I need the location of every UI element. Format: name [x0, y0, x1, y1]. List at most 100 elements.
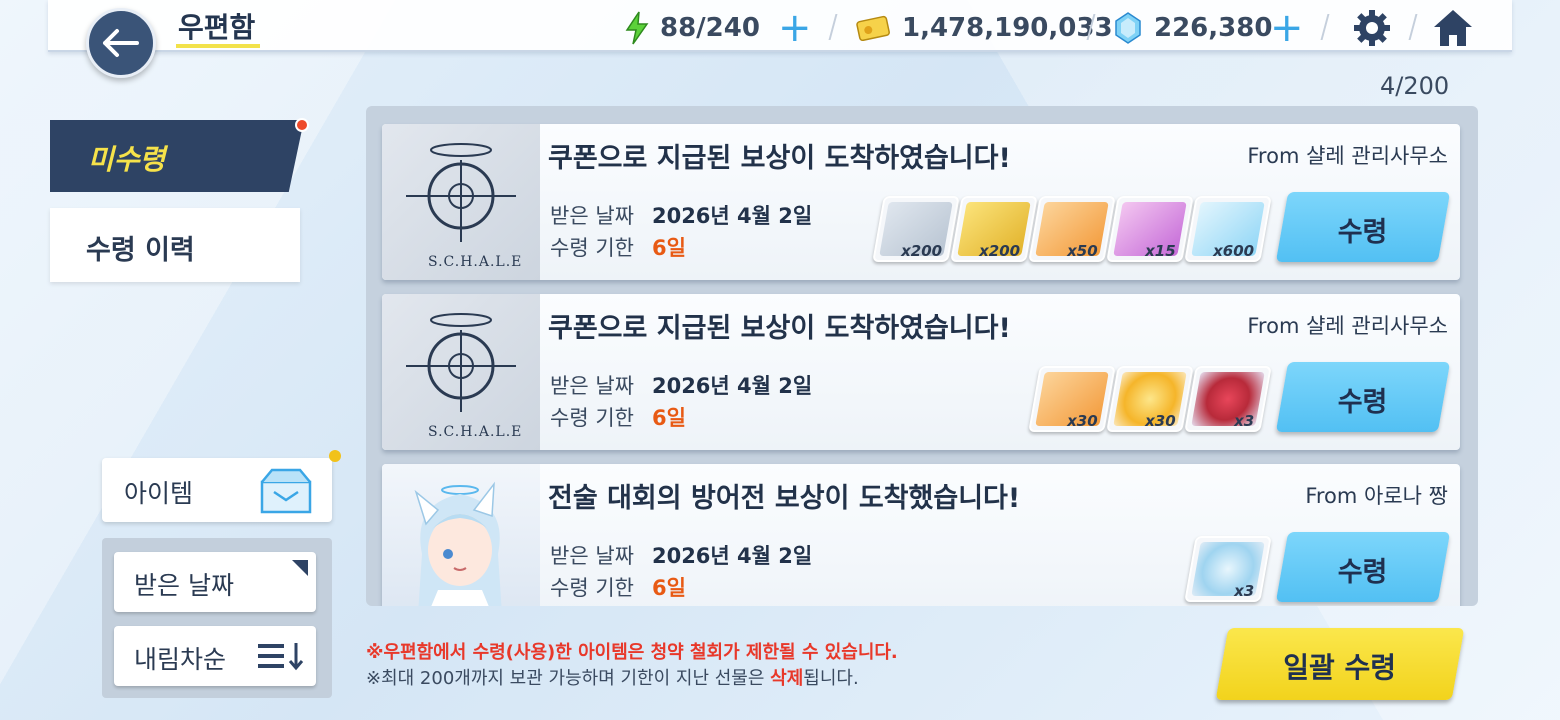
gem-plus-button[interactable]: +	[1270, 8, 1304, 48]
title-underline	[176, 44, 260, 48]
deadline-value: 6일	[651, 236, 686, 260]
reward-qty: x200	[901, 242, 943, 260]
settings-button[interactable]	[1352, 8, 1392, 52]
deadline-value: 6일	[651, 576, 686, 600]
bulk-claim-label: 일괄 수령	[1283, 651, 1397, 684]
category-filter-label: 아이템	[124, 479, 194, 508]
pyroxene-icon	[1115, 12, 1141, 44]
claim-label: 수령	[1337, 217, 1388, 248]
gem-display: 226,380	[1114, 8, 1272, 48]
reward-item[interactable]: x15	[1106, 196, 1194, 262]
received-date-label: 받은 날짜	[550, 374, 634, 398]
storage-notice: ※최대 200개까지 보관 가능하며 기한이 지난 선물은 삭제됩니다.	[366, 664, 859, 690]
received-date-value: 2026년 4월 2일	[651, 544, 813, 568]
mail-sender: From 샬레 관리사무소	[1247, 144, 1448, 168]
claim-label: 수령	[1337, 557, 1388, 588]
reward-qty: x600	[1213, 242, 1255, 260]
deadline-value: 6일	[651, 406, 686, 430]
claim-button[interactable]: 수령	[1275, 532, 1451, 602]
claim-button[interactable]: 수령	[1275, 362, 1451, 432]
tab-history-label: 수령 이력	[86, 235, 195, 266]
reward-qty: x3	[1233, 412, 1255, 430]
reward-qty: x50	[1067, 242, 1099, 260]
storage-notice-text: ※최대 200개까지 보관 가능하며 기한이 지난 선물은	[366, 668, 771, 689]
sort-key-button[interactable]: 받은 날짜	[114, 552, 316, 612]
credit-card-icon	[856, 15, 890, 41]
mail-title: 쿠폰으로 지급된 보상이 도착하였습니다!	[548, 143, 1011, 174]
storage-notice-highlight: 삭제	[770, 668, 804, 689]
reward-item[interactable]: x600	[1184, 196, 1272, 262]
mail-deadline-row: 수령 기한 6일	[550, 572, 686, 602]
gear-icon	[1354, 10, 1390, 46]
notification-dot	[295, 118, 309, 132]
reward-item[interactable]: x3	[1184, 536, 1272, 602]
ap-value: 88/240	[660, 13, 760, 43]
mail-sender: From 샬레 관리사무소	[1247, 314, 1448, 338]
thumbnail-caption: S.C.H.A.L.E	[428, 254, 523, 270]
back-arrow-icon	[103, 29, 139, 57]
ap-plus-button[interactable]: +	[778, 8, 812, 48]
sort-key-label: 받은 날짜	[134, 571, 234, 600]
sort-order-button[interactable]: 내림차순	[114, 626, 316, 686]
sort-descending-icon	[258, 643, 304, 671]
reward-qty: x15	[1145, 242, 1177, 260]
schale-emblem-icon	[406, 313, 516, 412]
thumbnail-caption: S.C.H.A.L.E	[428, 424, 523, 440]
deadline-label: 수령 기한	[550, 236, 634, 260]
credit-display: 1,478,190,033	[856, 8, 1113, 48]
claim-label: 수령	[1337, 387, 1388, 418]
mail-thumbnail	[382, 464, 540, 606]
reward-qty: x3	[1233, 582, 1255, 600]
deadline-label: 수령 기한	[550, 576, 634, 600]
reward-item[interactable]: x50	[1028, 196, 1116, 262]
mail-date-row: 받은 날짜 2026년 4월 2일	[550, 200, 812, 230]
reward-item[interactable]: x200	[950, 196, 1038, 262]
mail-item[interactable]: S.C.H.A.L.E 쿠폰으로 지급된 보상이 도착하였습니다! From 샬…	[382, 294, 1460, 450]
reward-qty: x30	[1067, 412, 1099, 430]
received-date-value: 2026년 4월 2일	[651, 204, 813, 228]
received-date-value: 2026년 4월 2일	[651, 374, 813, 398]
category-filter-button[interactable]: 아이템	[102, 458, 332, 522]
claim-button[interactable]: 수령	[1275, 192, 1451, 262]
lightning-icon	[625, 11, 649, 45]
reward-qty: x30	[1145, 412, 1177, 430]
gem-value: 226,380	[1154, 13, 1273, 43]
home-button[interactable]	[1432, 8, 1474, 52]
mail-deadline-row: 수령 기한 6일	[550, 232, 686, 262]
mail-sender: From 아로나 짱	[1305, 484, 1448, 508]
received-date-label: 받은 날짜	[550, 544, 634, 568]
mail-list[interactable]: S.C.H.A.L.E 쿠폰으로 지급된 보상이 도착하였습니다! From 샬…	[366, 106, 1478, 606]
arona-portrait-icon	[414, 481, 502, 606]
ap-display: 88/240	[624, 8, 760, 48]
mail-title: 쿠폰으로 지급된 보상이 도착하였습니다!	[548, 313, 1011, 344]
tab-history[interactable]: 수령 이력	[50, 208, 300, 282]
bulk-claim-button[interactable]: 일괄 수령	[1215, 628, 1465, 700]
home-icon	[1434, 10, 1472, 46]
sort-order-label: 내림차순	[134, 645, 227, 674]
mail-item[interactable]: 전술 대회의 방어전 보상이 도착했습니다! From 아로나 짱 받은 날짜 2…	[382, 464, 1460, 606]
tab-unclaimed-label: 미수령	[88, 143, 166, 176]
mailbox-icon	[260, 468, 312, 514]
tab-unclaimed[interactable]: 미수령	[50, 120, 304, 192]
mail-item[interactable]: S.C.H.A.L.E 쿠폰으로 지급된 보상이 도착하였습니다! From 샬…	[382, 124, 1460, 280]
mail-count: 4/200	[1380, 72, 1450, 100]
storage-notice-end: 됩니다.	[803, 668, 859, 689]
dropdown-corner-icon	[292, 560, 308, 576]
received-date-label: 받은 날짜	[550, 204, 634, 228]
mail-thumbnail: S.C.H.A.L.E	[382, 294, 540, 450]
reward-item[interactable]: x200	[872, 196, 960, 262]
reward-item[interactable]: x30	[1106, 366, 1194, 432]
page-title: 우편함	[178, 11, 256, 44]
reward-qty: x200	[979, 242, 1021, 260]
mail-thumbnail: S.C.H.A.L.E	[382, 124, 540, 280]
back-button[interactable]	[86, 8, 156, 78]
mail-deadline-row: 수령 기한 6일	[550, 402, 686, 432]
mail-date-row: 받은 날짜 2026년 4월 2일	[550, 540, 812, 570]
mail-title: 전술 대회의 방어전 보상이 도착했습니다!	[548, 483, 1021, 514]
mail-date-row: 받은 날짜 2026년 4월 2일	[550, 370, 812, 400]
filter-notification-dot	[329, 450, 341, 462]
reward-item[interactable]: x3	[1184, 366, 1272, 432]
reward-item[interactable]: x30	[1028, 366, 1116, 432]
deadline-label: 수령 기한	[550, 406, 634, 430]
credit-value: 1,478,190,033	[902, 13, 1113, 43]
